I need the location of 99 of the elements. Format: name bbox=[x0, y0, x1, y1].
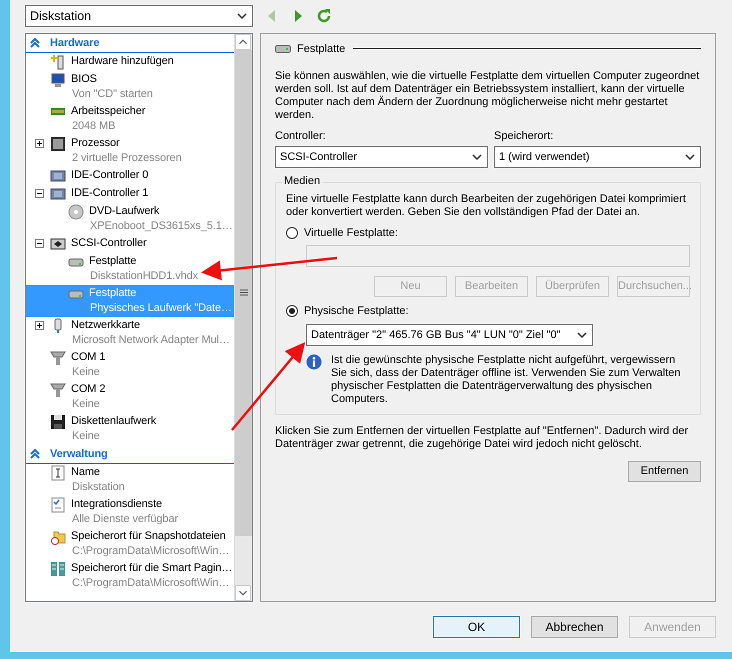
location-select[interactable]: 1 (wird verwendet) bbox=[494, 146, 701, 168]
media-text: Eine virtuelle Festplatte kann durch Bearbeiten der zugehörigen Datei komprimiert oder konvertiert werden. Geben Sie den vollständigen Pfad der Datei an. bbox=[286, 192, 687, 219]
tree-item[interactable]: Prozessor 2 virtuelle Prozessoren bbox=[26, 134, 234, 167]
add-icon bbox=[50, 54, 66, 70]
scrollbar[interactable] bbox=[234, 34, 252, 601]
com-icon bbox=[50, 382, 66, 398]
item-label: BIOS bbox=[71, 72, 98, 87]
expander-icon[interactable] bbox=[35, 188, 44, 198]
item-detail: DiskstationHDD1.vhdx bbox=[89, 268, 198, 284]
item-detail: Alle Dienste verfügbar bbox=[71, 512, 178, 527]
tree-item[interactable]: Arbeitsspeicher 2048 MB bbox=[26, 102, 234, 135]
tree-item[interactable]: IDE-Controller 1 bbox=[26, 184, 234, 203]
tree-item[interactable]: Hardware hinzufügen bbox=[26, 52, 234, 71]
paging-icon bbox=[50, 560, 66, 577]
item-detail: Microsoft Network Adapter Mul… bbox=[71, 332, 230, 348]
scsi-icon bbox=[50, 236, 66, 252]
item-label: Netzwerkkarte bbox=[71, 318, 141, 333]
tree-item[interactable]: IDE-Controller 0 bbox=[26, 166, 234, 185]
item-label: Name bbox=[71, 464, 101, 480]
item-label: Diskettenlaufwerk bbox=[71, 414, 156, 429]
name-icon bbox=[50, 464, 66, 481]
description-text: Sie können auswählen, wie die virtuelle Festplatte dem virtuellen Computer zugeordnet werden soll. Ist auf dem Datenträger ein Betriebssystem installiert, kann der virtuelle Computer nach dem Ändern der Zuordnung möglicherweise nicht mehr gestartet werden. bbox=[275, 70, 700, 122]
tree-item[interactable]: Netzwerkkarte Microsoft Network Adapter Mul… bbox=[26, 316, 234, 349]
item-label: IDE-Controller 0 bbox=[71, 168, 148, 183]
scroll-thumb[interactable] bbox=[235, 50, 252, 536]
refresh-icon[interactable] bbox=[316, 8, 332, 24]
dvd-icon bbox=[68, 204, 84, 220]
tree-item[interactable]: Speicherort für die Smart Pagin… C:\ProgramData\Microsoft\Win… bbox=[26, 560, 234, 592]
disk-select[interactable]: Datenträger "2" 465.76 GB Bus "4" LUN "0" Ziel "0" bbox=[306, 324, 593, 346]
item-label: Prozessor bbox=[71, 136, 121, 151]
remove-button[interactable]: Entfernen bbox=[628, 460, 701, 482]
item-detail: C:\ProgramData\Microsoft\Win… bbox=[71, 544, 230, 559]
chevron-down-icon bbox=[685, 154, 695, 160]
item-label: Festplatte bbox=[89, 254, 138, 269]
section-header[interactable]: Verwaltung bbox=[26, 444, 234, 464]
item-label: Speicherort für Snapshotdateien bbox=[71, 528, 227, 544]
info-text: Ist die gewünschte physische Festplatte nicht aufgeführt, vergewissern Sie sich, dass der Datenträger offline ist. Verwenden Sie zum Verwalten physischer Festplatten die Datenträgerverwaltung des physischen Computers. bbox=[331, 354, 682, 406]
item-detail: 2 virtuelle Prozessoren bbox=[71, 150, 182, 166]
tree-item[interactable]: Speicherort für Snapshotdateien C:\ProgramData\Microsoft\Win… bbox=[26, 528, 234, 560]
radio-label: Physische Festplatte: bbox=[304, 304, 409, 317]
item-label: Integrationsdienste bbox=[71, 496, 164, 512]
controller-icon bbox=[50, 168, 66, 184]
radio-button[interactable] bbox=[286, 304, 298, 317]
dialog-button[interactable]: OK bbox=[433, 616, 520, 638]
item-detail: Keine bbox=[71, 396, 101, 412]
collapse-icon[interactable] bbox=[30, 448, 40, 459]
section-header[interactable]: Hardware bbox=[26, 34, 234, 53]
folder-icon bbox=[50, 528, 66, 545]
expander-icon[interactable] bbox=[35, 238, 44, 248]
scroll-down-icon[interactable] bbox=[235, 585, 251, 601]
item-detail: 2048 MB bbox=[71, 118, 116, 134]
item-detail: Physisches Laufwerk "Date… bbox=[89, 300, 232, 316]
tree-item[interactable]: COM 2 Keine bbox=[26, 380, 234, 413]
services-icon bbox=[50, 496, 66, 513]
controller-select[interactable]: SCSI-Controller bbox=[275, 146, 488, 168]
chevron-down-icon bbox=[577, 332, 587, 338]
tree-item[interactable]: Diskettenlaufwerk Keine bbox=[26, 412, 234, 445]
tree-item[interactable]: Name Diskstation bbox=[26, 464, 234, 496]
controller-label: Controller: bbox=[275, 130, 327, 142]
tree-item[interactable]: SCSI-Controller bbox=[26, 234, 234, 253]
vm-select[interactable]: Diskstation bbox=[25, 5, 253, 27]
cpu-icon bbox=[50, 136, 66, 152]
item-label: Arbeitsspeicher bbox=[71, 104, 146, 119]
item-detail: XPEnoboot_DS3615xs_5.1… bbox=[89, 218, 233, 234]
bios-icon bbox=[50, 72, 66, 88]
item-detail: Diskstation bbox=[71, 480, 125, 495]
item-label: DVD-Laufwerk bbox=[89, 204, 160, 219]
item-detail: Von "CD" starten bbox=[71, 86, 153, 102]
tree-item[interactable]: Integrationsdienste Alle Dienste verfügbar bbox=[26, 496, 234, 528]
expander-icon[interactable] bbox=[35, 138, 44, 148]
tree-item[interactable]: COM 1 Keine bbox=[26, 348, 234, 381]
tree-item[interactable]: BIOS Von "CD" starten bbox=[26, 70, 234, 103]
location-label: Speicherort: bbox=[494, 130, 554, 142]
com-icon bbox=[50, 350, 66, 366]
tree-item[interactable]: Festplatte DiskstationHDD1.vhdx bbox=[26, 252, 234, 285]
item-label: Festplatte bbox=[89, 286, 138, 301]
group-title: Medien bbox=[282, 174, 322, 187]
item-label: Speicherort für die Smart Pagin… bbox=[71, 560, 232, 576]
item-label: IDE-Controller 1 bbox=[71, 186, 148, 201]
item-detail: Keine bbox=[71, 364, 101, 380]
tree-item[interactable]: DVD-Laufwerk XPEnoboot_DS3615xs_5.1… bbox=[26, 202, 234, 235]
item-label: COM 1 bbox=[71, 350, 106, 365]
radio-label: Virtuelle Festplatte: bbox=[304, 226, 398, 239]
scroll-up-icon[interactable] bbox=[235, 34, 251, 50]
controller-icon bbox=[50, 186, 66, 202]
chevron-down-icon bbox=[237, 12, 247, 19]
dialog-button[interactable]: Abbrechen bbox=[531, 616, 618, 638]
floppy-icon bbox=[50, 414, 66, 430]
item-detail: C:\ProgramData\Microsoft\Win… bbox=[71, 576, 230, 591]
panel-title: Festplatte bbox=[297, 42, 346, 55]
chevron-down-icon bbox=[472, 154, 482, 160]
item-label: Hardware hinzufügen bbox=[71, 54, 174, 69]
item-detail: Keine bbox=[71, 428, 101, 444]
info-icon bbox=[306, 354, 322, 370]
item-label: SCSI-Controller bbox=[71, 236, 147, 251]
collapse-icon[interactable] bbox=[30, 38, 40, 48]
remove-text: Klicken Sie zum Entfernen der virtuellen Festplatte auf "Entfernen". Dadurch wird der Datenträger zwar getrennt, die zugehörige Datei wird jedoch nicht gelöscht. bbox=[275, 424, 690, 451]
item-label: COM 2 bbox=[71, 382, 106, 397]
expander-icon[interactable] bbox=[35, 320, 44, 330]
